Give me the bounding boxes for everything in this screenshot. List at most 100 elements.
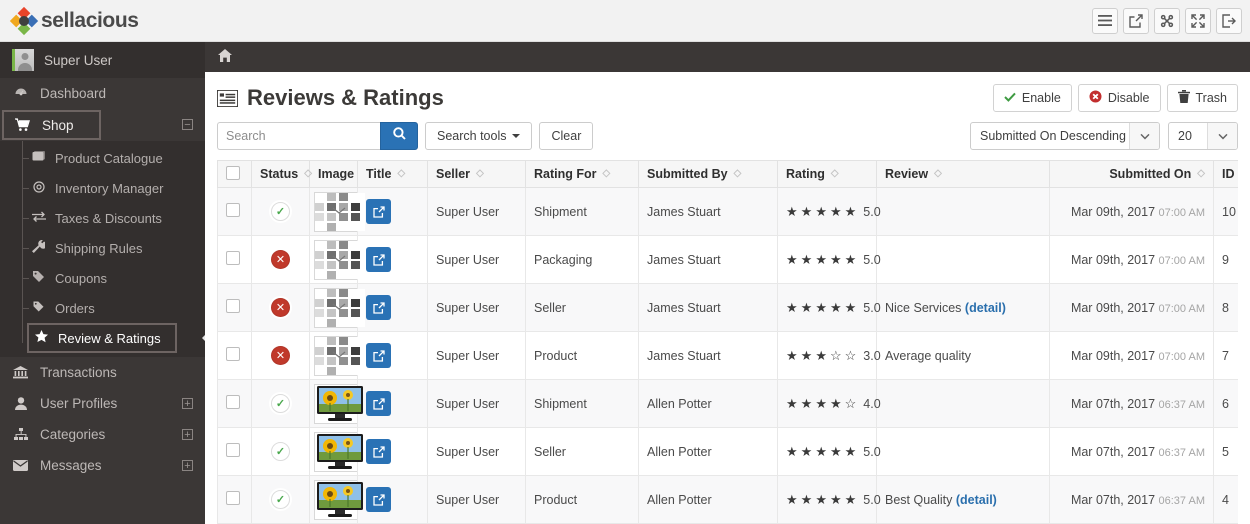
sidebar-item-shop[interactable]: Shop	[2, 110, 101, 140]
row-select-cell	[217, 187, 252, 236]
row-id-cell: 4	[1213, 475, 1238, 524]
search-input[interactable]	[217, 122, 380, 150]
col-status[interactable]: Status ◇	[251, 160, 312, 188]
plus-icon[interactable]: +	[182, 460, 193, 472]
disable-button[interactable]: Disable	[1077, 84, 1161, 112]
sidebar-item-messages[interactable]: Messages +	[0, 450, 205, 481]
rating-stars: ★ ★ ★ ☆ ☆ 3.0	[786, 348, 881, 364]
sidebar-item-orders[interactable]: Orders	[0, 293, 205, 323]
brand-logo-area[interactable]: sellacious	[9, 6, 139, 35]
status-disabled-icon[interactable]: ✕	[271, 250, 290, 269]
status-enabled-icon[interactable]: ✓	[271, 490, 290, 509]
topbar-icon-group	[1092, 7, 1242, 34]
col-seller[interactable]: Seller ◇	[427, 160, 526, 188]
external-link-icon[interactable]	[1123, 7, 1149, 34]
status-disabled-icon[interactable]: ✕	[271, 298, 290, 317]
plus-icon[interactable]: +	[182, 398, 193, 410]
search-tools-button[interactable]: Search tools	[425, 122, 533, 150]
row-checkbox[interactable]	[226, 443, 240, 457]
sidebar-item-review-ratings[interactable]: Review & Ratings	[27, 323, 177, 353]
row-select-cell	[217, 235, 252, 284]
cart-icon	[14, 118, 31, 132]
row-review-cell: Best Quality (detail)	[876, 475, 1050, 524]
col-review[interactable]: Review ◇	[876, 160, 1050, 188]
sidebar-item-product-catalogue[interactable]: Product Catalogue	[0, 143, 205, 173]
status-enabled-icon[interactable]: ✓	[271, 394, 290, 413]
row-checkbox[interactable]	[226, 491, 240, 505]
row-checkbox[interactable]	[226, 251, 240, 265]
open-review-button[interactable]	[366, 391, 391, 416]
status-disabled-icon[interactable]: ✕	[271, 346, 290, 365]
table-row[interactable]: ✓ Super User Shipment Allen Potter ★ ★ ★ ★ ☆ 4.0 M…	[217, 379, 1238, 428]
sidebar-user-row[interactable]: Super User	[0, 42, 205, 78]
row-title-cell	[357, 235, 428, 284]
plus-icon[interactable]: +	[182, 429, 193, 441]
table-row[interactable]: ✕ Super User Seller James Stuart ★ ★ ★ ★ ★ 5.0 Nic…	[217, 283, 1238, 332]
product-thumbnail[interactable]	[314, 335, 366, 376]
select-all-checkbox[interactable]	[226, 165, 240, 180]
table-row[interactable]: ✓ Super User Product Allen Potter ★ ★ ★ ★ ★ 5.0 Be…	[217, 475, 1238, 524]
limit-select[interactable]: 20	[1168, 122, 1238, 150]
tag-icon	[31, 300, 46, 316]
row-checkbox[interactable]	[226, 347, 240, 361]
col-submitted-on[interactable]: Submitted On ◇	[1049, 160, 1214, 188]
review-detail-link[interactable]: (detail)	[965, 301, 1006, 315]
open-review-button[interactable]	[366, 343, 391, 368]
table-row[interactable]: ✕ Super User Product James Stuart ★ ★ ★ ☆ ☆ 3.0 Av…	[217, 331, 1238, 380]
search-button[interactable]	[380, 122, 418, 150]
fullscreen-icon[interactable]	[1185, 7, 1211, 34]
row-checkbox[interactable]	[226, 299, 240, 313]
row-seller-cell: Super User	[427, 379, 526, 428]
row-seller-cell: Super User	[427, 235, 526, 284]
table-row[interactable]: ✕ Super User Packaging James Stuart ★ ★ ★ ★ ★ 5.0…	[217, 235, 1238, 284]
open-review-button[interactable]	[366, 247, 391, 272]
sidebar-item-dashboard[interactable]: Dashboard	[0, 78, 205, 109]
toolbar-left: Search tools Clear	[217, 122, 594, 150]
row-checkbox[interactable]	[226, 203, 240, 217]
sidebar-item-shipping-rules[interactable]: Shipping Rules	[0, 233, 205, 263]
sidebar-item-taxes-discounts[interactable]: Taxes & Discounts	[0, 203, 205, 233]
star-filled-icon: ★	[800, 203, 814, 219]
open-review-button[interactable]	[366, 487, 391, 512]
menu-icon[interactable]	[1092, 7, 1118, 34]
sidebar-user-name: Super User	[44, 52, 113, 68]
open-review-button[interactable]	[366, 295, 391, 320]
col-rating-for[interactable]: Rating For ◇	[525, 160, 639, 188]
open-review-button[interactable]	[366, 439, 391, 464]
sidebar-item-coupons[interactable]: Coupons	[0, 263, 205, 293]
status-enabled-icon[interactable]: ✓	[271, 442, 290, 461]
col-title[interactable]: Title ◇	[357, 160, 428, 188]
review-detail-link[interactable]: (detail)	[956, 493, 997, 507]
sidebar-subitem-label: Review & Ratings	[58, 330, 161, 346]
row-checkbox[interactable]	[226, 395, 240, 409]
home-icon[interactable]	[218, 49, 232, 65]
times-circle-icon	[1089, 90, 1102, 106]
sort-select[interactable]: Submitted On Descending	[970, 122, 1160, 150]
minus-icon[interactable]: −	[182, 119, 193, 131]
col-rating[interactable]: Rating ◇	[777, 160, 877, 188]
row-rating-cell: ★ ★ ★ ★ ★ 5.0	[777, 283, 881, 332]
sidebar-item-transactions[interactable]: Transactions	[0, 357, 205, 388]
open-review-button[interactable]	[366, 199, 391, 224]
col-submitted-by[interactable]: Submitted By ◇	[638, 160, 778, 188]
sidebar-item-inventory-manager[interactable]: Inventory Manager	[0, 173, 205, 203]
product-thumbnail[interactable]	[314, 239, 366, 280]
clear-button[interactable]: Clear	[539, 122, 594, 150]
col-id[interactable]: ID◇	[1213, 160, 1238, 188]
page-title-text: Reviews & Ratings	[247, 85, 444, 110]
table-row[interactable]: ✓ Super User Shipment James Stuart ★ ★ ★ ★ ★ 5.0 M…	[217, 187, 1238, 236]
status-enabled-icon[interactable]: ✓	[271, 202, 290, 221]
product-thumbnail[interactable]	[314, 191, 366, 232]
sidebar-item-user-profiles[interactable]: User Profiles +	[0, 388, 205, 419]
sidebar-item-categories[interactable]: Categories +	[0, 419, 205, 450]
trash-button[interactable]: Trash	[1166, 84, 1238, 112]
submitted-date: Mar 07th, 2017	[1070, 444, 1156, 459]
joomla-icon[interactable]	[1154, 7, 1180, 34]
product-thumbnail[interactable]	[314, 287, 366, 328]
sidebar-item-label: Shop	[42, 117, 74, 133]
search-group	[217, 122, 418, 150]
logout-icon[interactable]	[1216, 7, 1242, 34]
select-all-header	[217, 160, 252, 188]
enable-button[interactable]: Enable	[992, 84, 1072, 112]
table-row[interactable]: ✓ Super User Seller Allen Potter ★ ★ ★ ★ ★ 5.0 Mar…	[217, 427, 1238, 476]
